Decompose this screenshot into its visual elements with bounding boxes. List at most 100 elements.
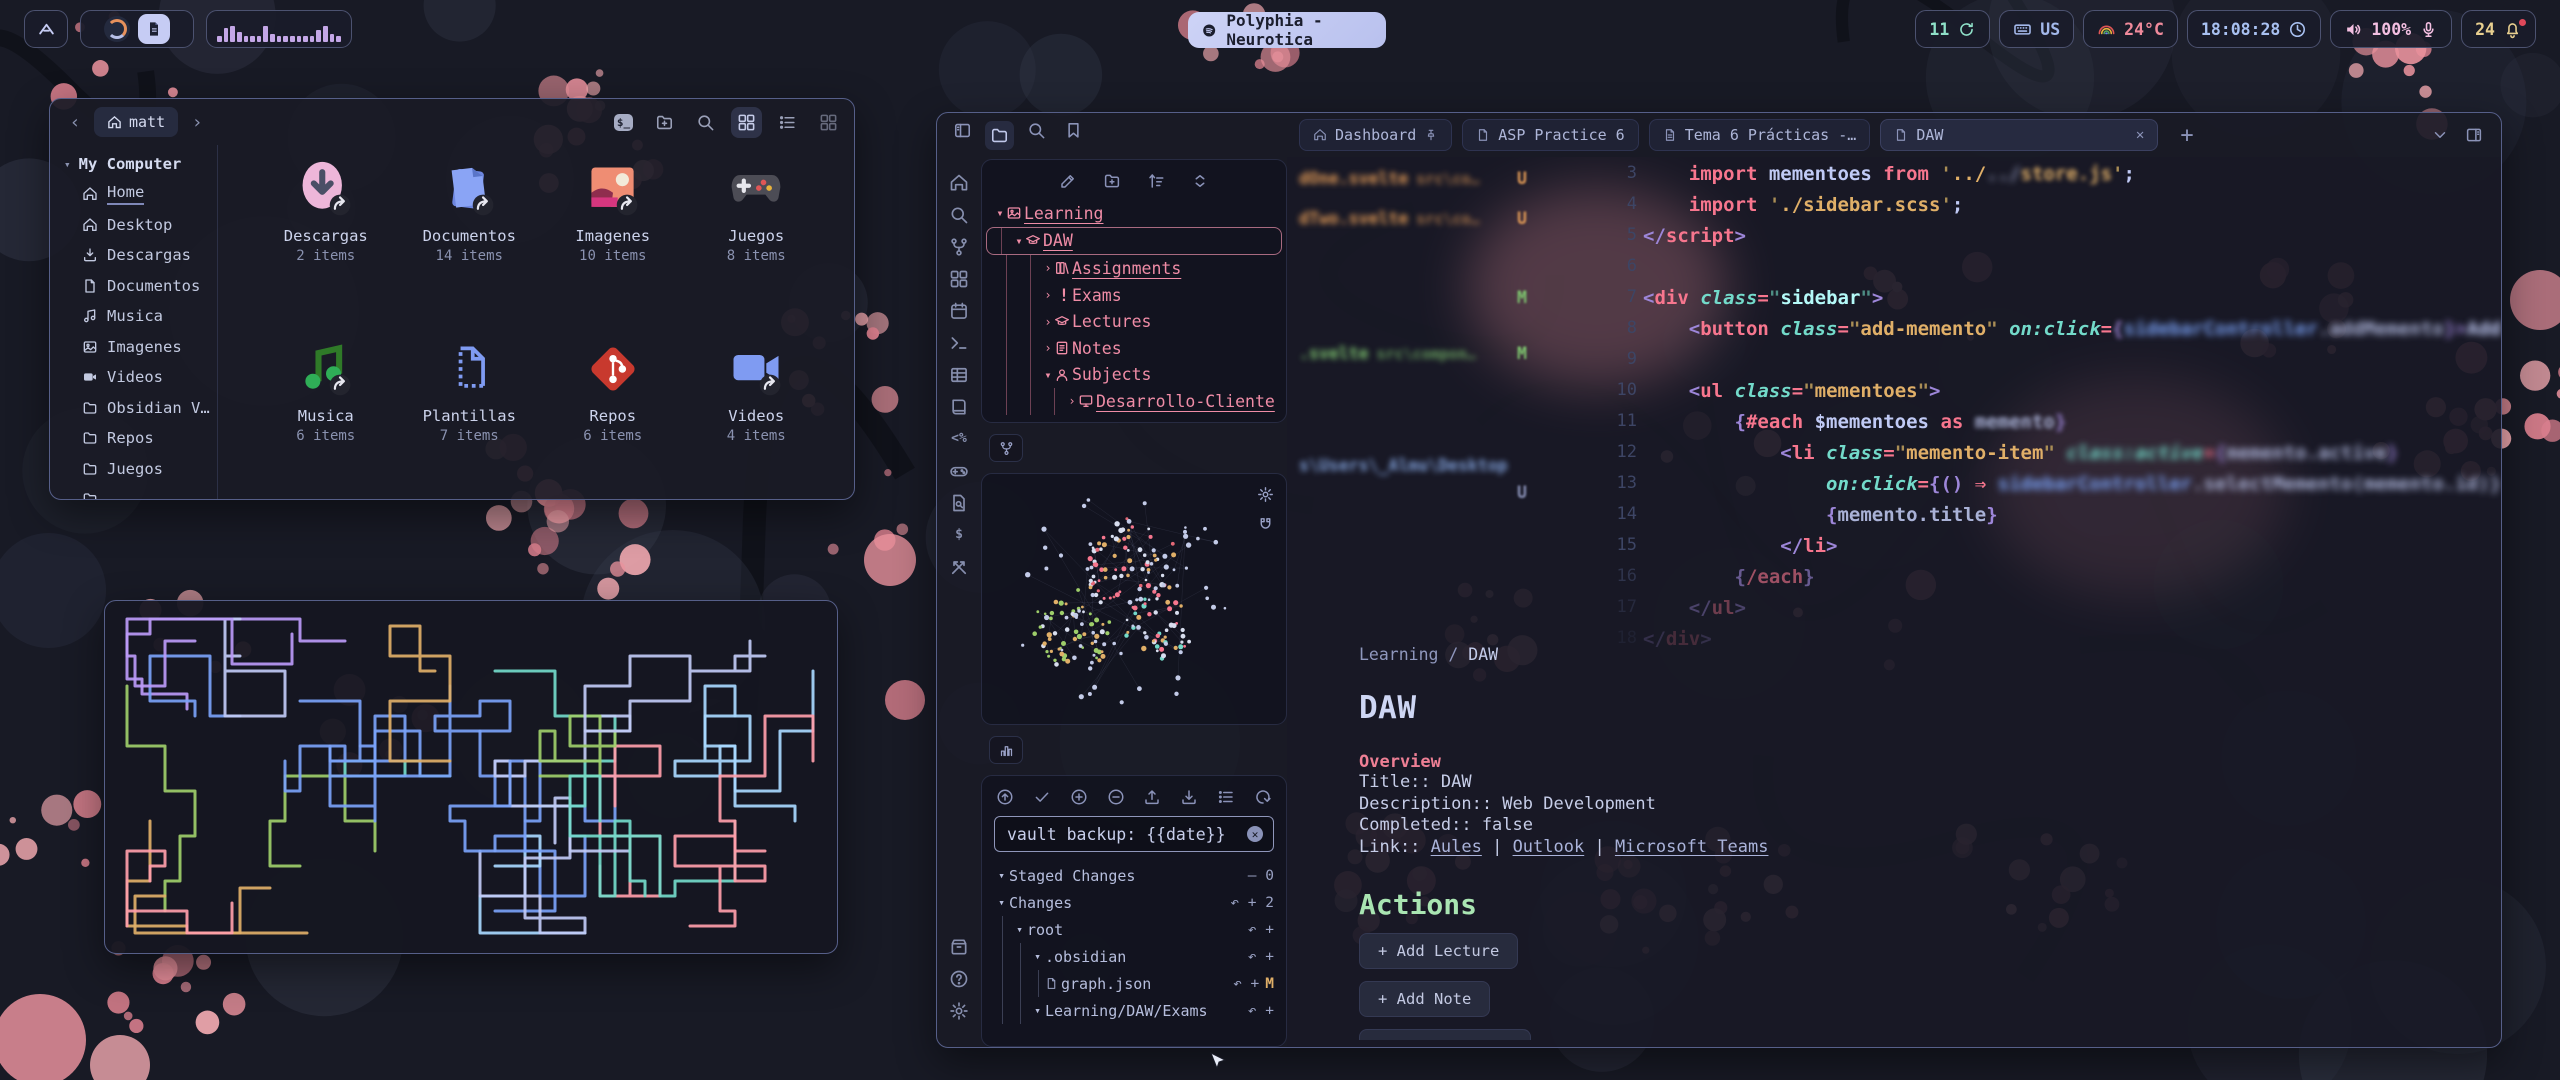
tree-folder-plus-icon[interactable] [1103, 172, 1121, 190]
files-icon[interactable] [985, 121, 1014, 150]
action-button--add-lecture[interactable]: + Add Lecture [1359, 933, 1518, 969]
git-row--obsidian[interactable]: ▾.obsidian↶ + [994, 943, 1274, 970]
tray-audio[interactable]: 100% [2330, 10, 2452, 48]
folder-plantillas[interactable]: Plantillas7 items [398, 339, 542, 500]
media-player-pill[interactable]: Polyphia - Neurotica [1188, 12, 1386, 48]
tray-weather[interactable]: 24°C [2083, 10, 2178, 48]
chevron-icon[interactable]: ▾ [1030, 1004, 1045, 1017]
git-commit-up-icon[interactable] [996, 788, 1014, 806]
ribbon-dollar-icon[interactable]: $ [949, 525, 969, 545]
ribbon-home-icon[interactable] [949, 173, 969, 193]
sidebar-item-obsidian-v-[interactable]: Obsidian V… [64, 393, 217, 424]
git-minus-circle-icon[interactable] [1107, 788, 1125, 806]
git-row-changes[interactable]: ▾Changes↶ + 2 [994, 889, 1274, 916]
folder-documentos[interactable]: Documentos14 items [398, 159, 542, 321]
graph-view-panel[interactable] [981, 473, 1287, 725]
git-upload-icon[interactable] [1143, 788, 1161, 806]
note-link-aules[interactable]: Aules [1431, 837, 1482, 857]
ribbon-vault-box-icon[interactable] [949, 937, 969, 957]
tab-dashboard[interactable]: Dashboard [1299, 119, 1452, 151]
git-row-actions[interactable]: ↶ + [1248, 922, 1274, 938]
chevron-icon[interactable]: ▾ [994, 869, 1009, 882]
file-manager-toolbar[interactable]: ‹ matt › $_ [50, 99, 854, 145]
launcher-button[interactable] [24, 10, 68, 48]
tray-clock[interactable]: 18:08:28 [2187, 10, 2321, 48]
folder-musica[interactable]: Musica6 items [254, 339, 398, 500]
commit-message-field[interactable]: ✕ [994, 816, 1274, 852]
ribbon-git-fork-icon[interactable] [949, 237, 969, 257]
git-row-graph-json[interactable]: graph.json↶ +M [994, 970, 1274, 997]
sidebar-item-more[interactable] [64, 484, 217, 500]
tree-sort-asc-icon[interactable] [1147, 172, 1165, 190]
sidebar-item-repos[interactable]: Repos [64, 423, 217, 454]
sidebar-item-musica[interactable]: Musica [64, 301, 217, 332]
graph-magnet-icon[interactable] [1257, 516, 1274, 533]
sidebar-root-my-computer[interactable]: ▾ My Computer [64, 155, 217, 173]
git-action-glyphs[interactable]: — 0 [1248, 868, 1274, 884]
ribbon-templater-icon[interactable]: <% [949, 429, 969, 449]
new-tab-button[interactable]: + [2180, 123, 2193, 148]
new-folder-icon[interactable] [655, 113, 674, 132]
ribbon-gear-icon[interactable] [949, 1001, 969, 1021]
git-refresh-icon[interactable] [1254, 788, 1272, 806]
git-action-glyphs[interactable]: ↶ + [1248, 1003, 1274, 1019]
tab-asp-practice-6[interactable]: ASP Practice 6 [1462, 119, 1638, 151]
ribbon-calendar-icon[interactable] [949, 301, 969, 321]
tree-item-daw[interactable]: ▾DAW [986, 227, 1282, 256]
chevron-icon[interactable]: › [1040, 288, 1056, 302]
compact-view-icon[interactable] [819, 113, 838, 132]
git-row-actions[interactable]: ↶ + [1248, 949, 1274, 965]
graph-gear-icon[interactable] [1257, 486, 1274, 503]
git-check-icon[interactable] [1033, 788, 1051, 806]
git-plus-circle-icon[interactable] [1070, 788, 1088, 806]
note-link-microsoft-teams[interactable]: Microsoft Teams [1615, 837, 1769, 857]
git-row-actions[interactable]: ↶ + [1248, 1003, 1274, 1019]
ribbon-swords-icon[interactable] [949, 557, 969, 577]
close-tab-icon[interactable]: ✕ [2136, 127, 2144, 143]
ribbon-layout-grid-icon[interactable] [949, 269, 969, 289]
git-row-actions[interactable]: — 0 [1248, 868, 1274, 884]
action-button--add-note[interactable]: + Add Note [1359, 981, 1490, 1017]
tree-item-exams[interactable]: ›!Exams [992, 282, 1276, 309]
list-view-icon[interactable] [778, 113, 797, 132]
note-breadcrumb[interactable]: Learning / DAW [1359, 645, 2461, 664]
git-row-learning-daw-exams[interactable]: ▾Learning/DAW/Exams↶ + [994, 997, 1274, 1024]
tree-edit-icon[interactable] [1059, 172, 1077, 190]
git-row-actions[interactable]: ↶ +M [1233, 976, 1274, 992]
panel-right-icon[interactable] [2465, 126, 2483, 144]
bookmark-icon[interactable] [1064, 121, 1083, 140]
sidebar-item-imagenes[interactable]: Imagenes [64, 332, 217, 363]
folder-descargas[interactable]: Descargas2 items [254, 159, 398, 321]
panel-left-icon[interactable] [953, 121, 972, 140]
active-app-text-editor-icon[interactable] [138, 14, 170, 44]
tab-tema-6-pr-cticas-[interactable]: Tema 6 Prácticas -… [1649, 119, 1871, 151]
git-row-actions[interactable]: ↶ + 2 [1230, 895, 1274, 911]
tab-daw[interactable]: DAW✕ [1880, 119, 2158, 151]
sidebar-item-desktop[interactable]: Desktop [64, 210, 217, 241]
git-action-glyphs[interactable]: ↶ + [1248, 922, 1274, 938]
ribbon-table-icon[interactable] [949, 365, 969, 385]
tray-updates[interactable]: 11 [1915, 10, 1990, 48]
git-list-icon[interactable] [1217, 788, 1235, 806]
firefox-icon[interactable] [104, 16, 130, 42]
chevron-icon[interactable]: ▾ [994, 896, 1009, 909]
clear-input-icon[interactable]: ✕ [1247, 826, 1263, 842]
sidebar-item-descargas[interactable]: Descargas [64, 240, 217, 271]
nav-forward-icon[interactable]: › [188, 112, 206, 133]
note-link-outlook[interactable]: Outlook [1513, 837, 1585, 857]
tree-item-learning[interactable]: ▾Learning [992, 200, 1276, 227]
nav-back-icon[interactable]: ‹ [66, 112, 84, 133]
ribbon-book-icon[interactable] [949, 397, 969, 417]
sidebar-item-juegos[interactable]: Juegos [64, 454, 217, 485]
folder-juegos[interactable]: Juegos8 items [685, 159, 829, 321]
ranking-panel-button[interactable] [989, 736, 1023, 764]
git-row-staged-changes[interactable]: ▾Staged Changes— 0 [994, 862, 1274, 889]
chevron-down-icon[interactable] [2431, 126, 2449, 144]
tree-item-notes[interactable]: ›Notes [992, 335, 1276, 362]
pipes-screensaver-window[interactable] [104, 600, 838, 954]
ribbon-file-search-icon[interactable] [949, 493, 969, 513]
tree-collapse-icon[interactable] [1191, 172, 1209, 190]
tray-keyboard-layout[interactable]: US [1999, 10, 2074, 48]
commit-message-input[interactable] [1005, 824, 1239, 845]
chevron-icon[interactable]: ▾ [1012, 923, 1027, 936]
